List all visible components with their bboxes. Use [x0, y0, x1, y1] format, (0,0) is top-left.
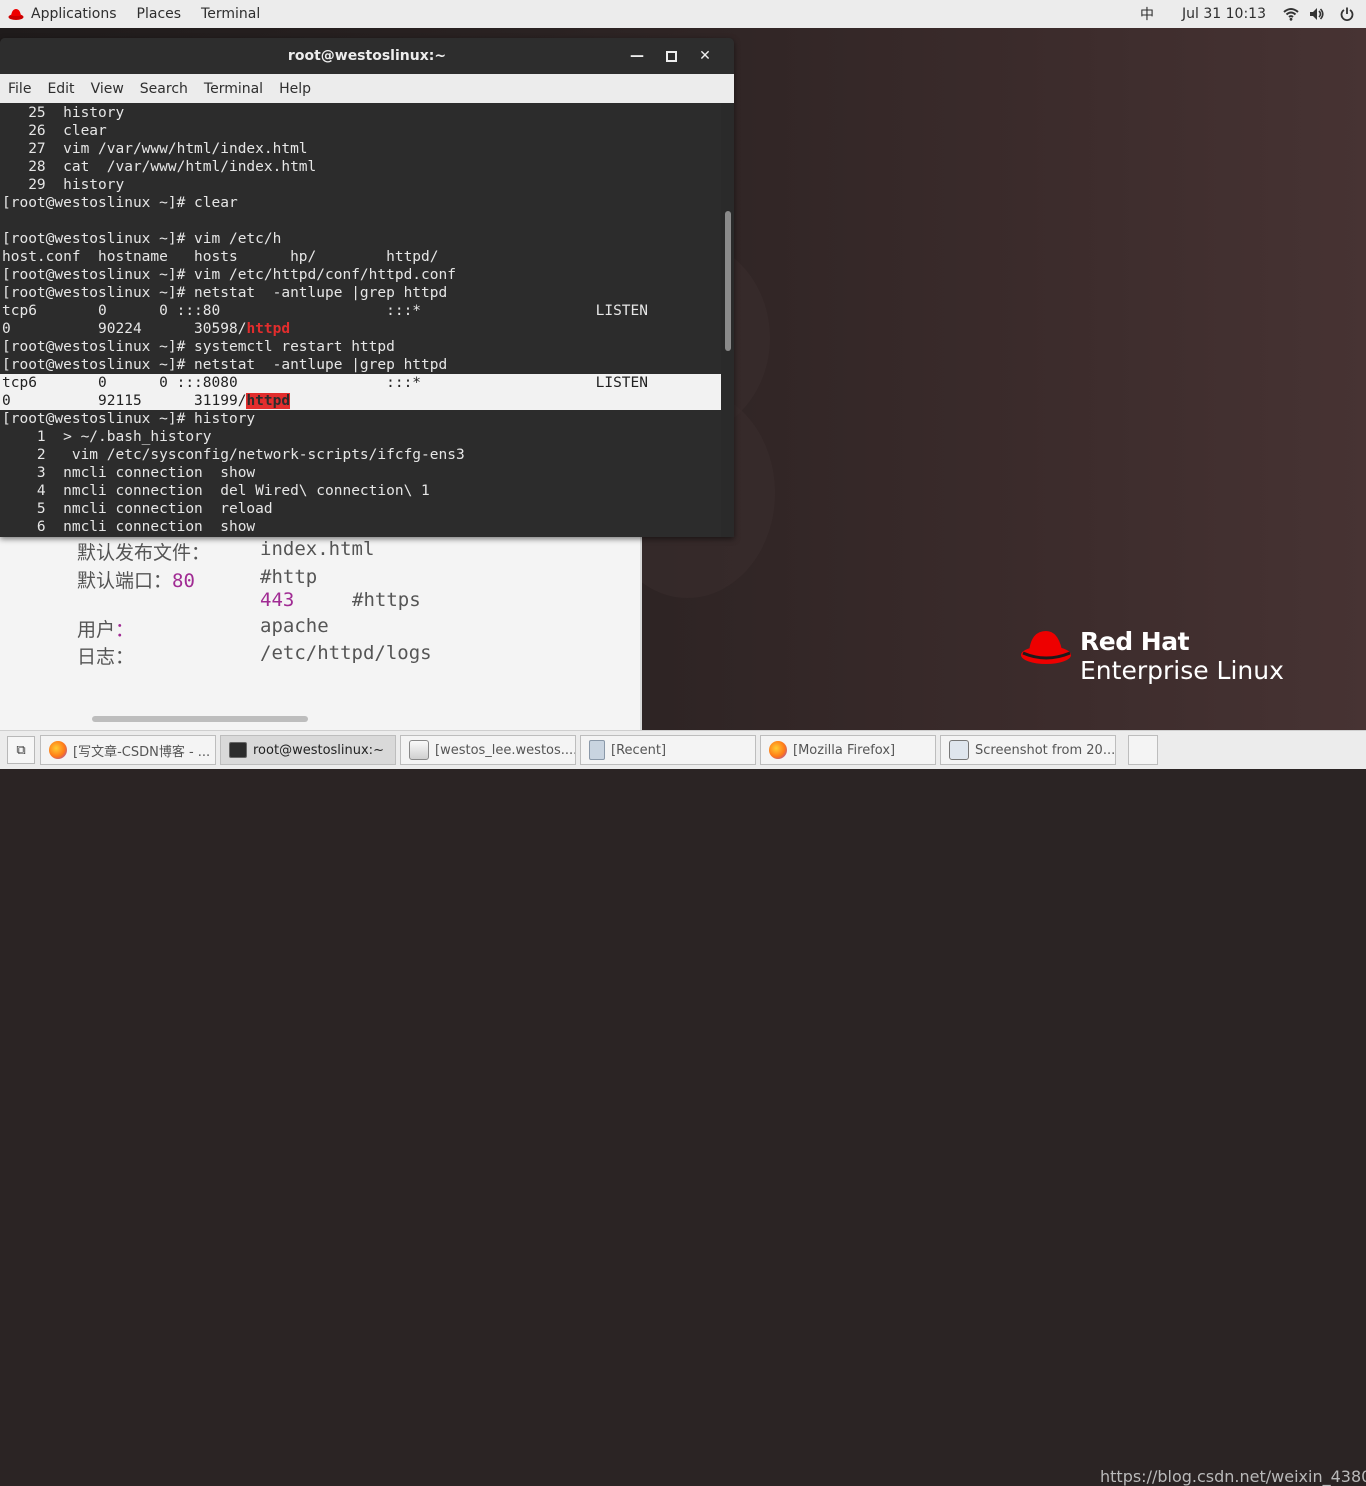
- redhat-fedora-icon: [8, 9, 24, 20]
- show-desktop-button[interactable]: ⧉: [7, 736, 35, 764]
- image-viewer-icon: [949, 740, 969, 760]
- workspace-switcher[interactable]: [1128, 735, 1158, 765]
- wifi-icon[interactable]: [1280, 0, 1302, 28]
- terminal-scrollbar[interactable]: [721, 103, 734, 537]
- terminal-line: 29 history: [2, 177, 125, 193]
- terminal-icon: [229, 742, 247, 758]
- terminal-line: [root@westoslinux ~]# history: [2, 411, 256, 427]
- menu-file[interactable]: File: [0, 74, 39, 103]
- doc-label: 默认端口：80: [77, 570, 195, 592]
- terminal-line: 6 nmcli connection show: [2, 519, 256, 535]
- menu-edit[interactable]: Edit: [39, 74, 82, 103]
- terminal-line: 5 nmcli connection reload: [2, 501, 273, 517]
- power-icon[interactable]: [1336, 0, 1358, 28]
- doc-label: 默认发布文件：: [77, 542, 211, 564]
- terminal-line: [root@westoslinux ~]# netstat -antlupe |…: [2, 357, 448, 373]
- clock[interactable]: Jul 31 10:13: [1164, 6, 1280, 22]
- places-menu[interactable]: Places: [127, 0, 192, 28]
- terminal-line: 3 nmcli connection show: [2, 465, 256, 481]
- taskbar-item-terminal[interactable]: root@westoslinux:~: [220, 735, 396, 765]
- doc-value: apache: [260, 615, 329, 637]
- terminal-app-label: Terminal: [201, 6, 261, 22]
- terminal-line: [root@westoslinux ~]# vim /etc/h: [2, 231, 282, 247]
- terminal-menubar: File Edit View Search Terminal Help: [0, 74, 734, 103]
- terminal-window[interactable]: root@westoslinux:~ — ✕ File Edit View Se…: [0, 38, 734, 537]
- taskbar-item-label: [Mozilla Firefox]: [793, 742, 896, 758]
- doc-value: index.html: [260, 538, 375, 560]
- redhat-logo: Red Hat Enterprise Linux: [1020, 628, 1284, 686]
- terminal-app-menu[interactable]: Terminal: [191, 0, 270, 28]
- taskbar-item-editor[interactable]: [westos_lee.westos....: [400, 735, 576, 765]
- terminal-line-selected: 0 92115 31199/httpd: [0, 392, 721, 410]
- terminal-line: [root@westoslinux ~]# vim /etc/httpd/con…: [2, 267, 456, 283]
- grep-match: httpd: [246, 321, 291, 337]
- maximize-icon: [665, 50, 677, 62]
- minimize-icon: —: [630, 48, 644, 64]
- minimize-button[interactable]: —: [620, 38, 654, 74]
- volume-icon[interactable]: [1306, 0, 1328, 28]
- doc-value: #https: [352, 589, 421, 611]
- terminal-line: 4 nmcli connection del Wired\ connection…: [2, 483, 430, 499]
- terminal-line-selected: tcp6 0 0 :::8080 :::* LISTEN: [0, 374, 721, 392]
- terminal-line: 2 vim /etc/sysconfig/network-scripts/ifc…: [2, 447, 465, 463]
- firefox-icon: [769, 741, 787, 759]
- grep-match: httpd: [246, 393, 291, 409]
- terminal-line: [root@westoslinux ~]# systemctl restart …: [2, 339, 395, 355]
- terminal-line: 28 cat /var/www/html/index.html: [2, 159, 317, 175]
- doc-label: 日志：: [77, 646, 135, 668]
- firefox-icon: [49, 741, 67, 759]
- terminal-line: 26 clear: [2, 123, 107, 139]
- doc-value: /etc/httpd/logs: [260, 642, 432, 664]
- background-document-window[interactable]: 默认发布文件： index.html 默认端口：80 #http 443 #ht…: [0, 520, 642, 730]
- brand-line-2: Enterprise Linux: [1080, 656, 1284, 685]
- horizontal-scrollbar[interactable]: [92, 716, 308, 722]
- close-icon: ✕: [699, 48, 711, 64]
- applications-menu[interactable]: Applications: [0, 0, 127, 28]
- terminal-line: 1 > ~/.bash_history: [2, 429, 212, 445]
- terminal-line: [root@westoslinux ~]# clear: [2, 195, 238, 211]
- places-label: Places: [136, 6, 182, 22]
- taskbar-item-screenshot[interactable]: Screenshot from 20...: [940, 735, 1116, 765]
- taskbar-item-label: root@westoslinux:~: [253, 742, 384, 758]
- file-manager-icon: [589, 740, 605, 760]
- terminal-line: 27 vim /var/www/html/index.html: [2, 141, 308, 157]
- text-editor-icon: [409, 740, 429, 760]
- terminal-line: [root@westoslinux ~]# netstat -antlupe |…: [2, 285, 448, 301]
- brand-line-1: Red Hat: [1080, 627, 1190, 656]
- terminal-titlebar[interactable]: root@westoslinux:~ — ✕: [0, 38, 734, 74]
- terminal-output[interactable]: 25 history 26 clear 27 vim /var/www/html…: [0, 103, 721, 537]
- redhat-hat-icon: [1021, 631, 1071, 664]
- taskbar: ⧉ [写文章-CSDN博客 - ... root@westoslinux:~ […: [0, 730, 1366, 1486]
- taskbar-item-label: [写文章-CSDN博客 - ...: [73, 744, 211, 760]
- terminal-line: tcp6 0 0 :::80 :::* LISTEN: [2, 303, 649, 319]
- doc-value: #http: [260, 566, 318, 588]
- taskbar-item-label: [westos_lee.westos....: [435, 742, 575, 758]
- scrollbar-thumb[interactable]: [725, 211, 731, 351]
- watermark-text: https://blog.csdn.net/weixin_43803940: [1100, 1467, 1366, 1486]
- menu-help[interactable]: Help: [271, 74, 319, 103]
- taskbar-item-label: [Recent]: [611, 742, 667, 758]
- taskbar-item-label: Screenshot from 20...: [975, 742, 1115, 758]
- top-panel: Applications Places Terminal 中 Jul 31 10…: [0, 0, 1366, 29]
- show-desktop-icon: ⧉: [16, 742, 26, 758]
- doc-label: 用户：: [77, 619, 135, 641]
- doc-port: 443: [260, 589, 295, 611]
- menu-view[interactable]: View: [83, 74, 132, 103]
- taskbar-item-files[interactable]: [Recent]: [580, 735, 756, 765]
- window-title: root@westoslinux:~: [287, 48, 447, 64]
- terminal-line: 0 90224 30598/httpd: [2, 321, 291, 337]
- terminal-line: host.conf hostname hosts hp/ httpd/: [2, 249, 439, 265]
- close-button[interactable]: ✕: [688, 38, 722, 74]
- menu-search[interactable]: Search: [132, 74, 196, 103]
- input-method-label: 中: [1140, 7, 1155, 23]
- taskbar-item-firefox-csdn[interactable]: [写文章-CSDN博客 - ...: [40, 735, 216, 765]
- terminal-line: 25 history: [2, 105, 125, 121]
- applications-label: Applications: [31, 6, 117, 22]
- menu-terminal[interactable]: Terminal: [196, 74, 271, 103]
- taskbar-item-firefox[interactable]: [Mozilla Firefox]: [760, 735, 936, 765]
- input-method-indicator[interactable]: 中: [1130, 0, 1164, 28]
- maximize-button[interactable]: [654, 38, 688, 74]
